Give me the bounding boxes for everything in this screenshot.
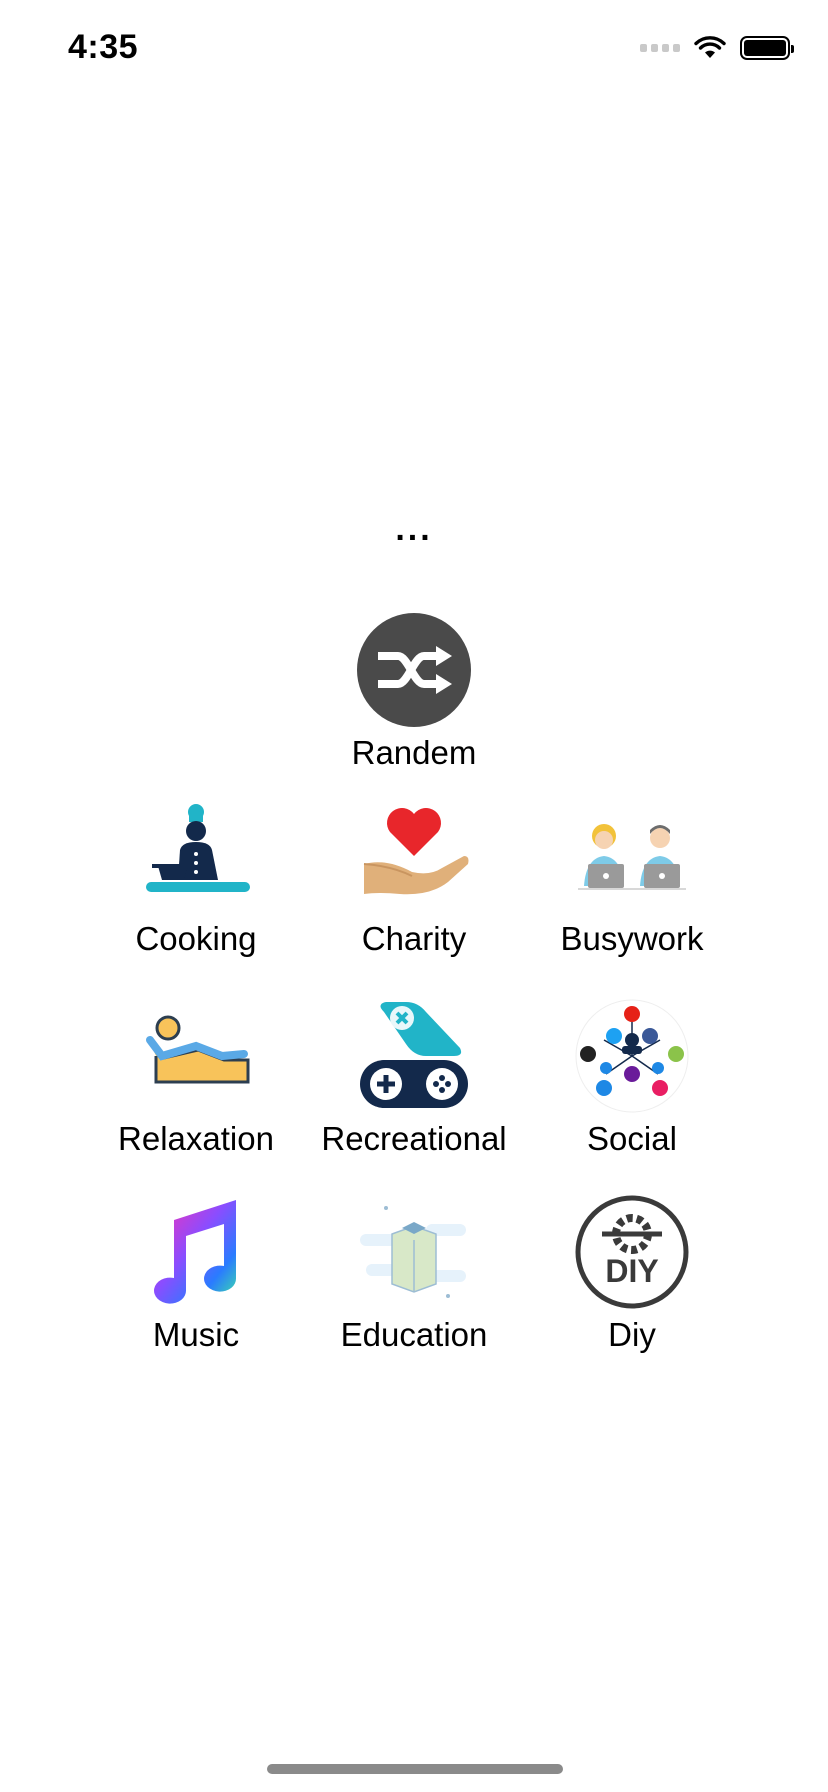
category-label: Busywork bbox=[560, 920, 704, 957]
battery-icon bbox=[740, 36, 794, 60]
wifi-icon bbox=[694, 36, 726, 58]
category-recreational[interactable]: Recreational bbox=[304, 998, 524, 1158]
category-label: Charity bbox=[361, 920, 467, 957]
category-diy[interactable]: DIY Diy bbox=[522, 1194, 742, 1354]
chef-icon bbox=[138, 798, 254, 914]
category-label: Social bbox=[587, 1120, 677, 1157]
reclining-person-icon bbox=[138, 998, 254, 1114]
gamepad-icon bbox=[356, 998, 472, 1114]
status-icons bbox=[640, 36, 794, 60]
category-education[interactable]: Education bbox=[304, 1194, 524, 1354]
category-label: Music bbox=[152, 1316, 240, 1353]
cellular-signal-icon bbox=[640, 44, 680, 52]
category-label: Education bbox=[340, 1316, 488, 1353]
status-time: 4:35 bbox=[68, 28, 139, 66]
heart-hand-icon bbox=[356, 798, 472, 914]
category-music[interactable]: Music bbox=[86, 1194, 306, 1354]
music-note-icon bbox=[138, 1194, 254, 1310]
svg-text:DIY: DIY bbox=[605, 1253, 658, 1289]
category-label: Diy bbox=[608, 1316, 656, 1353]
education-box-icon bbox=[356, 1194, 472, 1310]
category-social[interactable]: Social bbox=[522, 998, 742, 1158]
category-busywork[interactable]: Busywork bbox=[522, 798, 742, 958]
random-button[interactable]: Randem bbox=[304, 612, 524, 772]
category-cooking[interactable]: Cooking bbox=[86, 798, 306, 958]
home-indicator[interactable] bbox=[267, 1764, 563, 1774]
shuffle-icon bbox=[356, 612, 472, 728]
random-label: Randem bbox=[351, 734, 477, 771]
loading-indicator: ... bbox=[395, 510, 433, 548]
category-label: Cooking bbox=[135, 920, 257, 957]
category-label: Recreational bbox=[321, 1120, 507, 1157]
category-relaxation[interactable]: Relaxation bbox=[86, 998, 306, 1158]
office-workers-icon bbox=[574, 798, 690, 914]
diy-gear-icon: DIY bbox=[574, 1194, 690, 1310]
category-label: Relaxation bbox=[118, 1120, 274, 1157]
social-network-icon bbox=[574, 998, 690, 1114]
category-charity[interactable]: Charity bbox=[304, 798, 524, 958]
